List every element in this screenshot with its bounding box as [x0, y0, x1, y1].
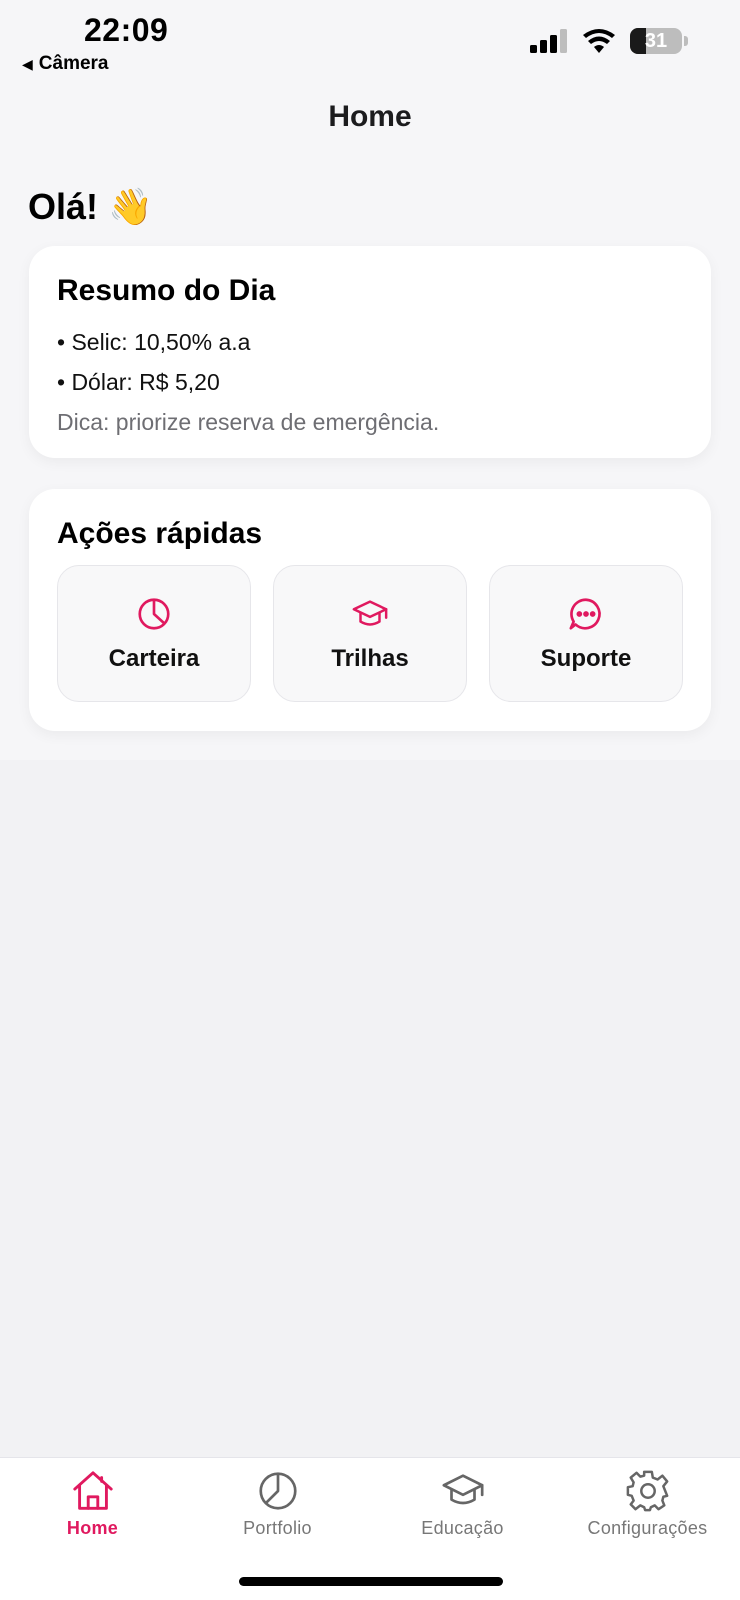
carteira-label: Carteira — [108, 644, 200, 672]
tip-text: Dica: priorize reserva de emergência. — [57, 409, 440, 435]
cellular-signal-icon — [530, 29, 567, 53]
page-title: Home — [328, 100, 412, 133]
quick-actions-row: Carteira Trilhas Suporte — [57, 565, 683, 702]
trilhas-button[interactable]: Trilhas — [273, 565, 467, 702]
battery-tip — [684, 36, 688, 46]
back-to-app-button[interactable]: ◀ Câmera — [22, 53, 109, 75]
tab-portfolio[interactable]: Portfolio — [185, 1468, 370, 1539]
back-app-label: Câmera — [38, 53, 109, 74]
trilhas-label: Trilhas — [331, 644, 409, 672]
home-icon — [72, 1471, 113, 1510]
battery-indicator: 31 — [630, 28, 682, 54]
quick-actions-title: Ações rápidas — [57, 517, 263, 550]
app-screen: 22:09 ◀ Câmera 31 Home Olá! 👋 Resumo do … — [0, 0, 740, 1600]
tab-configuracoes[interactable]: Configurações — [555, 1468, 740, 1539]
suporte-label: Suporte — [540, 644, 632, 672]
quick-actions-card: Ações rápidas Carteira Trilhas Suporte — [29, 489, 711, 731]
chat-bubble-icon — [569, 597, 601, 630]
greeting: Olá! 👋 — [28, 186, 153, 228]
dollar-item: • Dólar: R$ 5,20 — [57, 369, 220, 395]
selic-item: • Selic: 10,50% a.a — [57, 329, 251, 355]
back-triangle-icon: ◀ — [22, 55, 33, 72]
graduation-cap-icon — [441, 1474, 484, 1505]
home-indicator[interactable] — [239, 1577, 503, 1586]
status-time: 22:09 — [84, 12, 169, 48]
battery-level: 31 — [644, 29, 668, 52]
wifi-icon — [583, 29, 615, 53]
tab-educacao-label: Educação — [421, 1518, 504, 1538]
tab-home[interactable]: Home — [0, 1468, 185, 1539]
daily-summary-title: Resumo do Dia — [57, 274, 276, 307]
pie-chart-icon — [138, 597, 170, 630]
tab-configuracoes-label: Configurações — [587, 1518, 708, 1538]
tab-portfolio-label: Portfolio — [243, 1518, 312, 1538]
suporte-button[interactable]: Suporte — [489, 565, 683, 702]
tab-educacao[interactable]: Educação — [370, 1468, 555, 1539]
carteira-button[interactable]: Carteira — [57, 565, 251, 702]
status-indicators: 31 — [530, 28, 688, 54]
tab-home-label: Home — [66, 1518, 119, 1538]
pie-chart-icon — [258, 1472, 297, 1510]
gear-icon — [626, 1470, 668, 1512]
graduation-cap-icon — [352, 599, 388, 626]
greeting-text: Olá! — [28, 186, 99, 227]
daily-summary-card: Resumo do Dia • Selic: 10,50% a.a • Dóla… — [29, 246, 711, 458]
waving-hand-emoji: 👋 — [108, 186, 153, 227]
